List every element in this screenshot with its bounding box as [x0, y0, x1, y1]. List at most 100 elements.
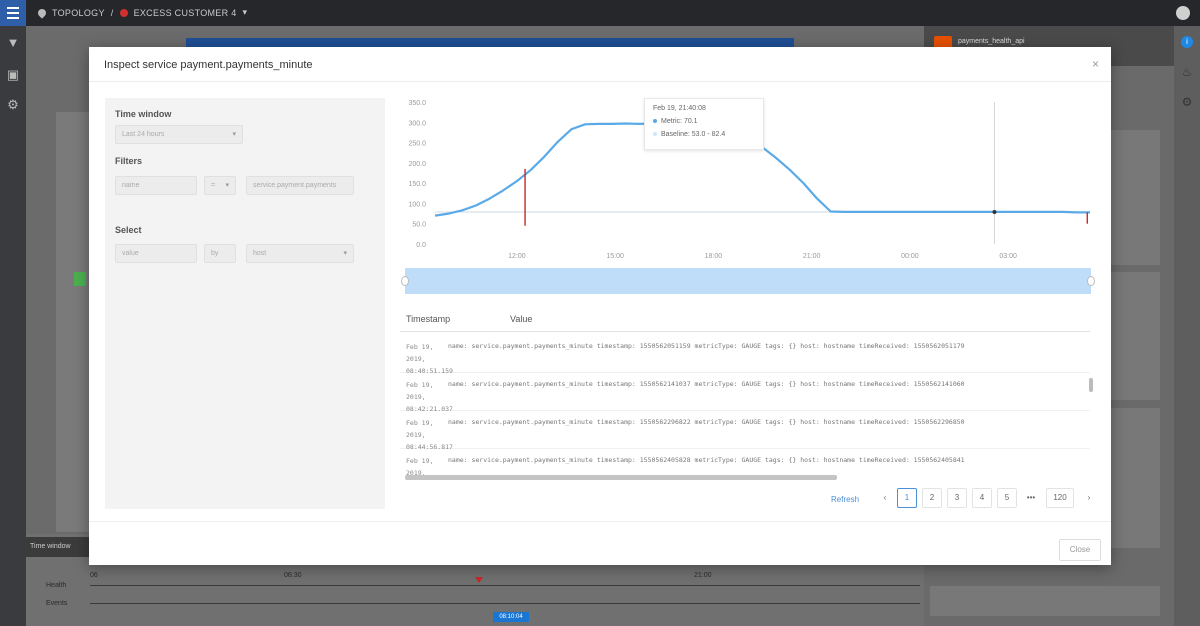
app-topbar: TOPOLOGY / EXCESS CUSTOMER 4 ▾ [0, 0, 1200, 26]
group-by-select[interactable]: host ▾ [246, 244, 354, 263]
pagination-ellipsis[interactable]: ••• [1021, 488, 1041, 508]
info-icon[interactable]: i [1181, 36, 1193, 48]
pagination-prev[interactable]: ‹ [875, 488, 895, 508]
time-range-selector[interactable] [405, 268, 1091, 294]
health-indicator [74, 272, 86, 286]
right-panel-title: payments_health_api [958, 38, 1025, 45]
table-row[interactable]: Feb 19, 2019, 08:40:51.159 name: service… [400, 335, 1090, 375]
tooltip-metric: Metric: 70.1 [653, 118, 755, 125]
pagination-last-page[interactable]: 120 [1046, 488, 1074, 508]
pagination-page-4[interactable]: 4 [972, 488, 992, 508]
select-label: Select [115, 225, 142, 235]
timeline-tab[interactable]: Time window [26, 537, 90, 557]
time-window-label: Time window [115, 109, 172, 119]
chevron-down-icon: ▾ [343, 250, 347, 257]
pagination-page-3[interactable]: 3 [947, 488, 967, 508]
pin-icon [36, 6, 48, 19]
row-timestamp: Feb 19, 2019, 08:40:51.159 [406, 343, 453, 375]
y-tick-label: 350.0 [408, 100, 426, 107]
pagination-page-1[interactable]: 1 [897, 488, 917, 508]
column-header-value[interactable]: Value [510, 314, 532, 324]
timeline-row-label: Health [46, 582, 67, 589]
tooltip-metric-text: Metric: 70.1 [661, 118, 698, 125]
row-value: name: service.payment.payments_minute ti… [448, 456, 965, 464]
select-by-keyword: by [204, 244, 236, 263]
chart-tooltip: Feb 19, 21:40:08 Metric: 70.1 Baseline: … [644, 98, 764, 150]
pagination-next[interactable]: › [1079, 488, 1099, 508]
filters-label: Filters [115, 156, 143, 166]
alert-dot-icon [119, 8, 128, 17]
right-panel-card [930, 586, 1160, 616]
menu-icon[interactable] [0, 0, 26, 26]
x-tick-label: 18:00 [705, 253, 723, 260]
query-pane: Time window Last 24 hours ▾ Filters name… [105, 98, 385, 509]
filter-value-input[interactable]: service.payment.payments [246, 176, 354, 195]
y-tick-label: 0.0 [416, 242, 426, 249]
tooltip-time: Feb 19, 21:40:08 [653, 105, 706, 112]
filter-operator-value: = [211, 182, 216, 189]
layout-icon[interactable]: ▣ [6, 68, 20, 82]
tooltip-baseline: Baseline: 53.0 - 82.4 [653, 131, 755, 138]
timeline-row-label: Events [46, 600, 68, 607]
filter-icon[interactable]: ▼ [6, 36, 20, 50]
breadcrumb-service[interactable]: EXCESS CUSTOMER 4 [134, 8, 237, 18]
range-handle-right[interactable] [1087, 276, 1095, 286]
table-vertical-scrollbar[interactable] [1089, 378, 1093, 392]
breadcrumb-topology[interactable]: TOPOLOGY [52, 8, 105, 18]
right-rail [1174, 26, 1200, 626]
breadcrumb-separator: / [110, 7, 114, 18]
column-header-timestamp[interactable]: Timestamp [406, 314, 450, 324]
table-row[interactable]: Feb 19, 2019, 08:42:21.037 name: service… [400, 373, 1090, 413]
row-value: name: service.payment.payments_minute ti… [448, 418, 965, 426]
row-value: name: service.payment.payments_minute ti… [448, 380, 965, 388]
inspect-modal: Inspect service payment.payments_minute … [89, 47, 1111, 565]
gear-icon[interactable]: ⚙ [6, 98, 20, 112]
y-tick-label: 50.0 [412, 222, 426, 229]
breadcrumb: TOPOLOGY / EXCESS CUSTOMER 4 ▾ [36, 6, 248, 19]
table-header-divider [400, 331, 1090, 332]
row-timestamp: Feb 19, 2019, 08:44:56.817 [406, 419, 453, 451]
pagination-page-5[interactable]: 5 [997, 488, 1017, 508]
x-tick-label: 15:00 [606, 253, 624, 260]
tooltip-baseline-text: Baseline: 53.0 - 82.4 [661, 131, 726, 138]
x-tick-label: 03:00 [999, 253, 1017, 260]
datapoints-table: Timestamp Value Feb 19, 2019, 08:40:51.1… [400, 309, 1096, 479]
metric-dot-icon [653, 119, 657, 124]
x-tick-label: 12:00 [508, 253, 526, 260]
refresh-link[interactable]: Refresh [831, 495, 859, 504]
timeline-track [90, 585, 920, 586]
timeline-tick: 06 [90, 572, 98, 579]
close-icon[interactable]: × [1092, 57, 1099, 71]
left-rail: ▼ ▣ ⚙ [0, 26, 26, 626]
modal-footer-divider [89, 521, 1111, 522]
event-marker-icon[interactable] [475, 577, 483, 583]
close-button[interactable]: Close [1059, 539, 1101, 561]
x-tick-label: 21:00 [803, 253, 821, 260]
time-window-value: Last 24 hours [122, 131, 165, 138]
chevron-down-icon: ▾ [232, 131, 236, 138]
row-value: name: service.payment.payments_minute ti… [448, 342, 965, 350]
pagination-page-2[interactable]: 2 [922, 488, 942, 508]
timeline-cursor-badge[interactable]: 08:10:04 [493, 612, 529, 622]
baseline-dot-icon [653, 132, 657, 137]
chevron-down-icon: ▾ [225, 182, 229, 189]
modal-title: Inspect service payment.payments_minute [104, 59, 313, 71]
settings-icon[interactable]: ⚙ [1181, 96, 1193, 108]
group-by-value: host [253, 250, 267, 257]
fire-icon[interactable]: ♨ [1181, 66, 1193, 78]
range-handle-left[interactable] [401, 276, 409, 286]
table-row[interactable]: Feb 19, 2019, 08:44:56.817 name: service… [400, 411, 1090, 451]
timeline-tick: 21:00 [694, 572, 712, 579]
table-horizontal-scrollbar[interactable] [405, 475, 837, 480]
y-tick-label: 250.0 [408, 141, 426, 148]
filter-field-input[interactable]: name [115, 176, 197, 195]
y-tick-label: 100.0 [408, 201, 426, 208]
time-window-select[interactable]: Last 24 hours ▾ [115, 125, 243, 144]
user-icon[interactable] [1176, 6, 1190, 20]
select-field-input[interactable]: value [115, 244, 197, 263]
chevron-down-icon[interactable]: ▾ [243, 7, 248, 18]
modal-header: Inspect service payment.payments_minute … [89, 47, 1111, 82]
filter-operator-select[interactable]: = ▾ [204, 176, 236, 195]
background-card [56, 112, 90, 532]
y-tick-label: 300.0 [408, 120, 426, 127]
